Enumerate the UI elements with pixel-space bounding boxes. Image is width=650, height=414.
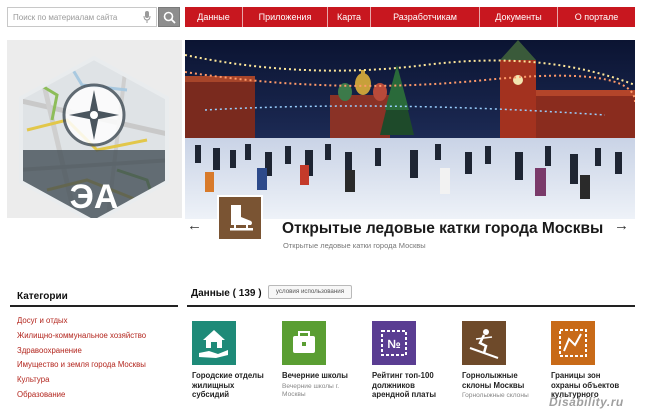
dataset-tile[interactable]: Границы зон охраны объектов культурного — [551, 321, 629, 402]
search-input[interactable]: Поиск по материалам сайта — [7, 7, 157, 27]
hero-image — [185, 40, 635, 219]
dataset-tile-title[interactable]: Городские отделы жилищных субсидий — [192, 371, 270, 400]
briefcase-icon — [282, 321, 326, 365]
hero-title[interactable]: Открытые ледовые катки города Москвы — [282, 220, 603, 238]
nav-item-apps[interactable]: Приложения — [243, 7, 328, 27]
category-link[interactable]: Жилищно-коммунальное хозяйство — [17, 329, 146, 344]
dataset-tile-desc: Горнолыжные склоны — [462, 392, 529, 399]
dataset-tile[interactable]: № Рейтинг топ-100 должников арендной пла… — [372, 321, 450, 402]
dataset-tile-title[interactable]: Рейтинг топ-100 должников арендной платы — [372, 371, 450, 400]
hero-next-arrow[interactable]: → — [614, 218, 629, 234]
terms-of-use-button[interactable]: условия использования — [268, 285, 352, 299]
category-link[interactable]: Досуг и отдых — [17, 314, 146, 329]
data-divider — [187, 305, 635, 307]
svg-text:№: № — [387, 337, 400, 351]
category-link[interactable]: Здравоохранение — [17, 344, 146, 359]
house-hand-icon — [192, 321, 236, 365]
dataset-tile[interactable]: Вечерние школы Вечерние школы г. Москвы — [282, 321, 360, 400]
main-nav: Данные Приложения Карта Разработчикам До… — [185, 7, 635, 27]
data-heading: Данные ( 139 ) — [191, 288, 262, 299]
watermark: Disability.ru — [549, 395, 624, 409]
dataset-tile-title[interactable]: Горнолыжные склоны Москвы — [462, 371, 540, 390]
search-icon — [163, 11, 176, 24]
hero-prev-arrow[interactable]: ← — [187, 218, 202, 234]
nav-item-about[interactable]: О портале — [558, 7, 635, 27]
categories-heading: Категории — [17, 291, 68, 302]
hero-subtitle: Открытые ледовые катки города Москвы — [283, 241, 426, 250]
map-boundary-icon — [551, 321, 595, 365]
portal-logo[interactable]: ЭА — [7, 40, 182, 225]
microphone-icon[interactable] — [143, 11, 151, 23]
dataset-tile[interactable]: Городские отделы жилищных субсидий — [192, 321, 270, 402]
category-link[interactable]: Культура — [17, 373, 146, 388]
logo-graphic: ЭА — [7, 40, 182, 225]
ice-skate-icon — [217, 195, 263, 241]
skier-icon — [462, 321, 506, 365]
nav-item-developers[interactable]: Разработчикам — [371, 7, 480, 27]
dataset-tile-title[interactable]: Вечерние школы — [282, 371, 360, 381]
dataset-tile-desc: Вечерние школы г. Москвы — [282, 382, 340, 399]
dataset-tile[interactable]: Горнолыжные склоны Москвы Горнолыжные ск… — [462, 321, 540, 401]
number-sign-icon: № — [372, 321, 416, 365]
categories-list: Досуг и отдых Жилищно-коммунальное хозяй… — [17, 314, 146, 403]
category-link[interactable]: Образование — [17, 388, 146, 403]
category-link[interactable]: Имущество и земля города Москвы — [17, 358, 146, 373]
search-button[interactable] — [158, 7, 180, 27]
nav-item-data[interactable]: Данные — [185, 7, 243, 27]
logo-text: ЭА — [70, 178, 119, 216]
categories-divider — [10, 305, 178, 307]
nav-item-map[interactable]: Карта — [328, 7, 371, 27]
hero-banner[interactable] — [185, 40, 635, 219]
nav-item-documents[interactable]: Документы — [480, 7, 558, 27]
